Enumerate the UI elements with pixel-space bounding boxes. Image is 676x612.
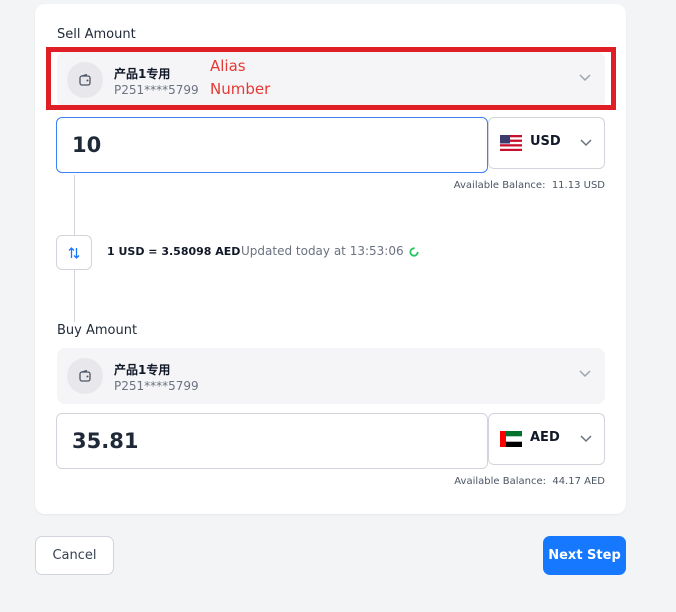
highlight-box	[46, 47, 616, 110]
buy-account-number: P251****5799	[114, 379, 199, 393]
buy-currency-code: AED	[530, 430, 560, 445]
balance-value: 11.13 USD	[551, 180, 605, 191]
buy-amount-input[interactable]: 35.81	[56, 413, 488, 469]
sell-amount-label: Sell Amount	[57, 27, 136, 42]
buy-account-name: 产品1专用	[114, 363, 171, 377]
swap-button[interactable]	[56, 235, 92, 270]
chevron-down-icon	[580, 435, 592, 443]
buy-amount-label: Buy Amount	[57, 323, 138, 338]
cancel-button[interactable]: Cancel	[35, 536, 114, 575]
annotation-number: Number	[210, 80, 271, 98]
wallet-icon	[67, 358, 103, 394]
connector-line	[74, 270, 75, 322]
exchange-rate: 1 USD = 3.58098 AED	[107, 245, 241, 258]
balance-label: Available Balance:	[454, 476, 546, 487]
chevron-down-icon	[579, 370, 591, 378]
buy-available-balance: Available Balance: 44.17 AED	[454, 476, 605, 487]
balance-label: Available Balance:	[453, 180, 546, 191]
rate-updated-time: Updated today at 13:53:06	[241, 244, 404, 258]
sell-available-balance: Available Balance: 11.13 USD	[454, 180, 605, 191]
connector-line	[74, 175, 75, 235]
annotation-alias: Alias	[210, 57, 246, 75]
sell-currency-select[interactable]: USD	[488, 117, 605, 169]
swap-arrows-icon	[68, 246, 80, 259]
refresh-icon[interactable]	[409, 247, 419, 257]
uae-flag-icon	[500, 431, 522, 447]
sell-amount-input[interactable]: 10	[56, 117, 488, 173]
us-flag-icon	[500, 135, 522, 151]
balance-value: 44.17 AED	[552, 476, 605, 487]
chevron-down-icon	[580, 139, 592, 147]
buy-currency-select[interactable]: AED	[488, 413, 605, 465]
buy-account-select[interactable]: 产品1专用 P251****5799	[57, 348, 605, 404]
sell-currency-code: USD	[530, 134, 561, 149]
next-step-button[interactable]: Next Step	[543, 536, 626, 575]
